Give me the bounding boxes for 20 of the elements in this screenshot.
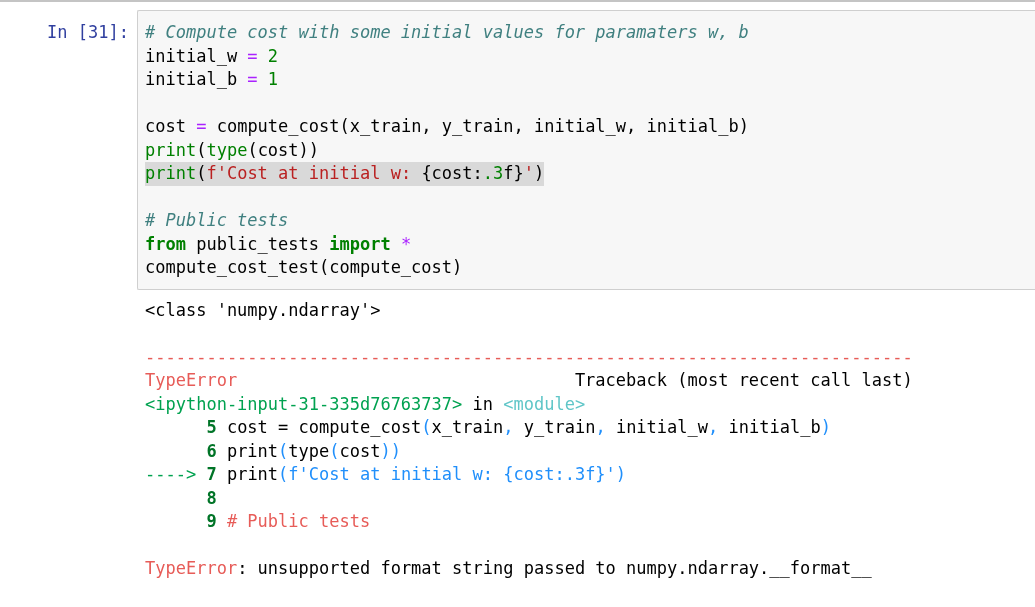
output-line: 8 (205, 486, 217, 510)
code-cell[interactable] (137, 10, 1035, 290)
output-line: ----> 7 print(f'Cost at initial w: {cost:.3f}') (145, 463, 627, 486)
output-line: 5 cost = compute_cost(x_train, y_train, initial_w, initial_b) (205, 416, 831, 439)
output-line: --------------------------------------------------------------------------- (145, 345, 913, 369)
output-line: <ipython-input-31-335d76763737> in <module> (145, 392, 586, 416)
code-line: compute_cost_test(compute_cost) (145, 256, 463, 279)
code-line: # Public tests (145, 209, 289, 232)
code-line: # Compute cost with some initial values for paramaters w, b (145, 21, 749, 44)
cell-prompt: In [31]: (46, 21, 130, 44)
output-line: TypeError: unsupported format string passed to numpy.ndarray.__format__ (145, 557, 872, 580)
code-line: print(type(cost)) (145, 138, 320, 162)
output-line: 9 # Public tests (205, 510, 371, 533)
code-line: cost = compute_cost(x_train, y_train, initial_w, initial_b) (145, 115, 749, 138)
code-line: from public_tests import * (145, 232, 412, 256)
code-line: initial_w = 2 (145, 44, 279, 68)
output-line: <class 'numpy.ndarray'> (145, 298, 381, 322)
output-line: TypeError Traceback (most recent call last) (145, 369, 913, 392)
code-line: initial_b = 1 (145, 68, 279, 91)
output-line: 6 print(type(cost)) (205, 439, 401, 463)
